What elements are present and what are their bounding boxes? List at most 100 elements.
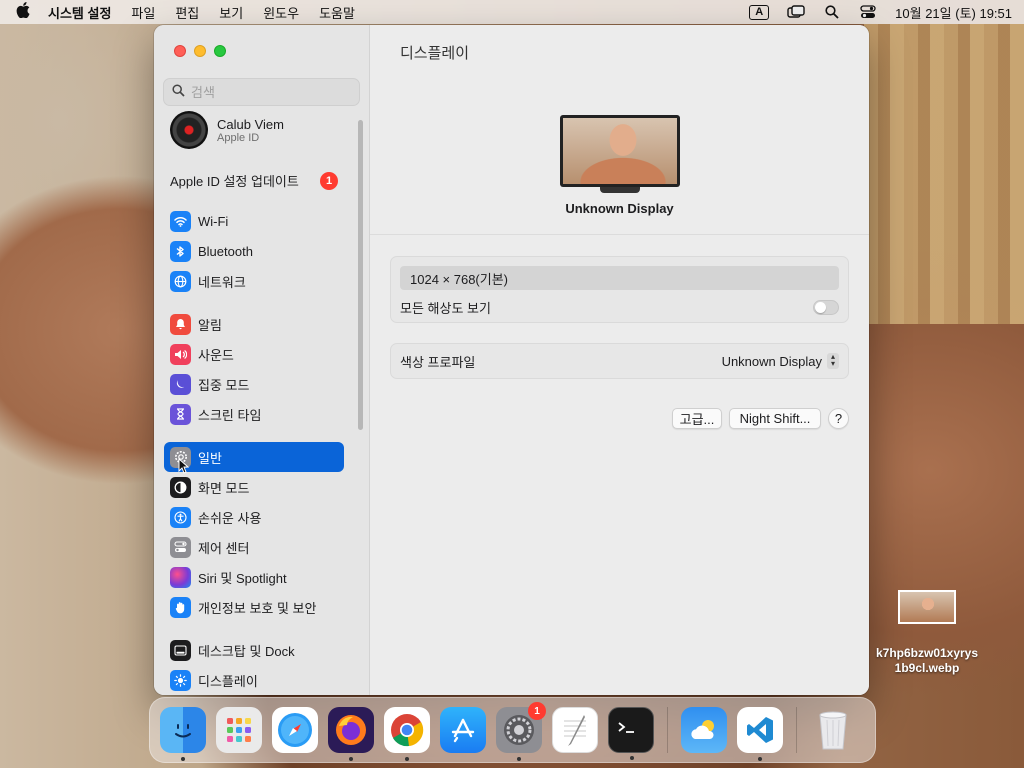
file-thumbnail — [898, 590, 956, 624]
dock-vscode[interactable] — [737, 707, 783, 761]
sidebar-item-privacy-security[interactable]: 개인정보 보호 및 보안 — [164, 592, 344, 622]
spotlight-search-icon[interactable] — [823, 5, 841, 19]
siri-icon — [170, 566, 191, 588]
minimize-window-button[interactable] — [194, 45, 206, 57]
sidebar-item-wifi[interactable]: Wi-Fi — [164, 206, 344, 236]
sidebar-item-label: 개인정보 보호 및 보안 — [198, 600, 317, 616]
bell-icon — [170, 313, 191, 335]
search-icon — [172, 84, 185, 100]
apple-id-update-item[interactable]: Apple ID 설정 업데이트 1 — [170, 171, 338, 190]
hand-icon — [170, 596, 191, 618]
display-monitor-icon[interactable] — [560, 115, 680, 193]
running-indicator — [517, 757, 521, 761]
zoom-window-button[interactable] — [214, 45, 226, 57]
menu-view[interactable]: 보기 — [219, 3, 243, 22]
wifi-icon — [170, 210, 191, 232]
close-window-button[interactable] — [174, 45, 186, 57]
dock-terminal[interactable] — [608, 707, 654, 760]
speaker-icon — [170, 343, 191, 365]
sidebar-item-bluetooth[interactable]: Bluetooth — [164, 236, 344, 266]
resolution-group: 1024 × 768(기본) 모든 해상도 보기 — [390, 256, 849, 323]
sidebar-item-accessibility[interactable]: 손쉬운 사용 — [164, 502, 344, 532]
show-all-resolutions-toggle[interactable] — [813, 299, 839, 315]
input-source-icon[interactable]: A — [749, 4, 770, 20]
dock-weather[interactable] — [681, 707, 727, 753]
menu-file[interactable]: 파일 — [131, 3, 155, 22]
sidebar-item-label: 손쉬운 사용 — [198, 510, 262, 526]
display-name: Unknown Display — [565, 201, 674, 216]
help-button[interactable]: ? — [828, 408, 849, 429]
sidebar-item-screen-time[interactable]: 스크린 타임 — [164, 399, 344, 429]
dock-chrome[interactable] — [384, 707, 430, 761]
night-shift-button[interactable]: Night Shift... — [729, 408, 821, 429]
sidebar-item-label: 화면 모드 — [198, 480, 250, 496]
chrome-icon — [391, 714, 424, 747]
sidebar-item-network[interactable]: 네트워크 — [164, 266, 344, 296]
sidebar-item-appearance[interactable]: 화면 모드 — [164, 472, 344, 502]
menu-help[interactable]: 도움말 — [319, 3, 355, 22]
color-profile-value: Unknown Display — [721, 353, 822, 369]
show-all-resolutions-row: 모든 해상도 보기 — [391, 290, 848, 324]
dock-system-settings[interactable]: 1 — [496, 702, 546, 761]
sidebar-group-network: Wi-Fi Bluetooth 네트워크 — [164, 206, 344, 296]
accessibility-icon — [170, 506, 191, 528]
desktop-file[interactable]: k7hp6bzw01xyrys 1b9cl.webp — [868, 590, 986, 676]
dock-safari[interactable] — [272, 707, 318, 753]
menu-clock[interactable]: 10월 21일 (토) 19:51 — [895, 3, 1012, 22]
dock-trash[interactable] — [810, 707, 856, 753]
dock-finder[interactable] — [160, 707, 206, 761]
dock-icon — [170, 639, 191, 661]
menu-edit[interactable]: 편집 — [175, 3, 199, 22]
apple-menu-icon[interactable] — [12, 2, 34, 22]
sidebar-item-sound[interactable]: 사운드 — [164, 339, 344, 369]
sidebar-item-notifications[interactable]: 알림 — [164, 309, 344, 339]
menu-app-name[interactable]: 시스템 설정 — [48, 3, 111, 22]
window-switcher-icon[interactable] — [787, 5, 805, 19]
dock-separator — [796, 707, 797, 753]
show-all-resolutions-label: 모든 해상도 보기 — [400, 300, 491, 316]
dock-app-store[interactable] — [440, 707, 486, 753]
window-controls — [174, 45, 226, 57]
sidebar-item-label: 일반 — [198, 450, 222, 466]
sidebar-scrollbar[interactable] — [358, 120, 363, 430]
system-settings-window: Calub Viem Apple ID Apple ID 설정 업데이트 1 W… — [154, 25, 869, 695]
weather-icon — [691, 720, 714, 739]
search-input[interactable] — [191, 84, 351, 100]
sidebar-group-notifications: 알림 사운드 집중 모드 스크린 타임 — [164, 309, 344, 429]
sidebar-item-desktop-dock[interactable]: 데스크탑 및 Dock — [164, 635, 344, 665]
chevron-updown-icon: ▴ ▾ — [827, 353, 839, 369]
sidebar-item-control-center[interactable]: 제어 센터 — [164, 532, 344, 562]
dock-launchpad[interactable] — [216, 707, 262, 753]
sidebar-item-label: Wi-Fi — [198, 213, 229, 229]
moon-icon — [170, 373, 191, 395]
advanced-button[interactable]: 고급... — [672, 408, 722, 429]
sidebar-item-general[interactable]: 일반 — [164, 442, 344, 472]
sidebar-item-siri-spotlight[interactable]: Siri 및 Spotlight — [164, 562, 344, 592]
menu-window[interactable]: 윈도우 — [263, 3, 299, 22]
running-indicator — [349, 757, 353, 761]
color-profile-popup[interactable]: Unknown Display ▴ ▾ — [722, 353, 839, 369]
sidebar-item-focus[interactable]: 집중 모드 — [164, 369, 344, 399]
color-profile-group: 색상 프로파일 Unknown Display ▴ ▾ — [390, 343, 849, 379]
resolution-option[interactable]: 1024 × 768(기본) — [400, 266, 839, 290]
dock: 1 — [149, 697, 876, 763]
sidebar-item-displays[interactable]: 디스플레이 — [164, 665, 344, 695]
dock-textedit[interactable] — [552, 707, 598, 753]
bluetooth-icon — [170, 240, 191, 262]
sidebar-group-desktop: 데스크탑 및 Dock 디스플레이 — [164, 635, 344, 695]
dock-firefox[interactable] — [328, 707, 374, 761]
sidebar-item-label: 알림 — [198, 317, 222, 333]
running-indicator — [181, 757, 185, 761]
app-store-icon — [451, 718, 475, 743]
monitor-stand — [600, 187, 640, 193]
safari-icon — [278, 713, 312, 747]
sidebar-item-label: 디스플레이 — [198, 673, 258, 689]
appearance-icon — [170, 476, 191, 498]
sidebar-item-label: Siri 및 Spotlight — [198, 570, 287, 586]
globe-icon — [170, 270, 191, 292]
mouse-cursor-icon — [178, 458, 189, 474]
apple-id-account[interactable]: Calub Viem Apple ID — [170, 111, 284, 149]
control-center-icon[interactable] — [859, 5, 877, 19]
textedit-icon — [564, 715, 586, 746]
sidebar: Calub Viem Apple ID Apple ID 설정 업데이트 1 W… — [154, 25, 370, 695]
